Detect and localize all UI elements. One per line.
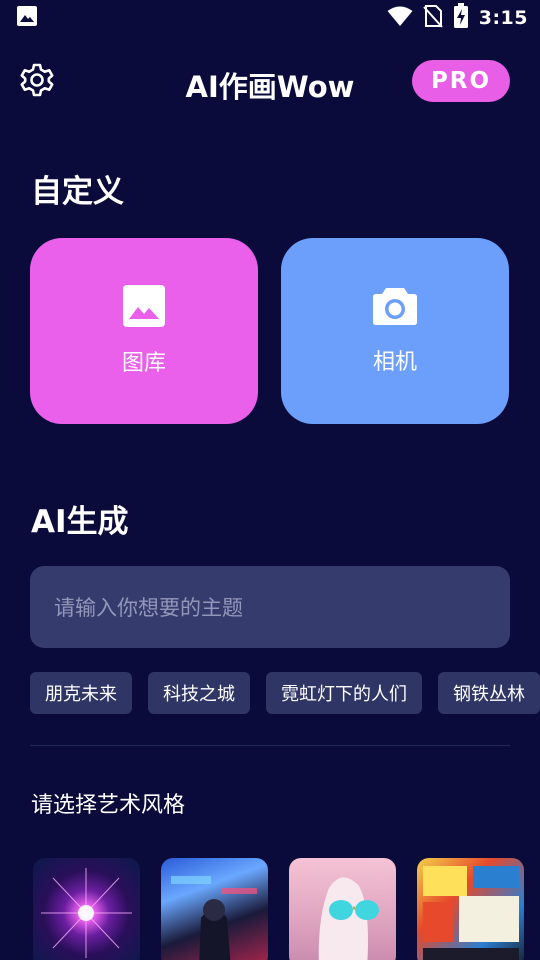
gallery-card[interactable]: 图库 — [30, 238, 258, 424]
camera-label: 相机 — [372, 350, 417, 375]
style-thumbnail-vaporwave[interactable] — [289, 858, 396, 960]
style-thumbnails — [33, 858, 524, 960]
battery-charging-icon — [453, 3, 469, 33]
status-bar: 3:15 — [0, 0, 540, 36]
suggestion-chips: 朋克未来 科技之城 霓虹灯下的人们 钢铁丛林 — [30, 672, 540, 714]
suggestion-chip[interactable]: 科技之城 — [148, 672, 250, 714]
app-header: AI作画Wow PRO — [0, 56, 540, 108]
gallery-icon — [123, 285, 165, 331]
ai-section-title: AI生成 — [31, 504, 129, 540]
custom-section-title: 自定义 — [31, 174, 124, 210]
pro-button[interactable]: PRO — [412, 60, 510, 102]
no-sim-icon — [422, 4, 443, 32]
gallery-label: 图库 — [121, 351, 166, 376]
style-thumbnail-cosmic[interactable] — [33, 858, 140, 960]
wifi-icon — [387, 5, 413, 31]
status-time: 3:15 — [478, 7, 528, 29]
suggestion-chip[interactable]: 朋克未来 — [30, 672, 132, 714]
style-section-title: 请选择艺术风格 — [31, 793, 186, 818]
image-notification-icon — [16, 5, 38, 31]
suggestion-chip[interactable]: 霓虹灯下的人们 — [266, 672, 422, 714]
camera-card[interactable]: 相机 — [281, 238, 509, 424]
topic-input[interactable]: 请输入你想要的主题 — [30, 566, 510, 648]
style-thumbnail-comic[interactable] — [417, 858, 524, 960]
suggestion-chip[interactable]: 钢铁丛林 — [438, 672, 540, 714]
camera-icon — [372, 286, 418, 330]
divider — [30, 745, 510, 746]
style-thumbnail-cyberpunk[interactable] — [161, 858, 268, 960]
